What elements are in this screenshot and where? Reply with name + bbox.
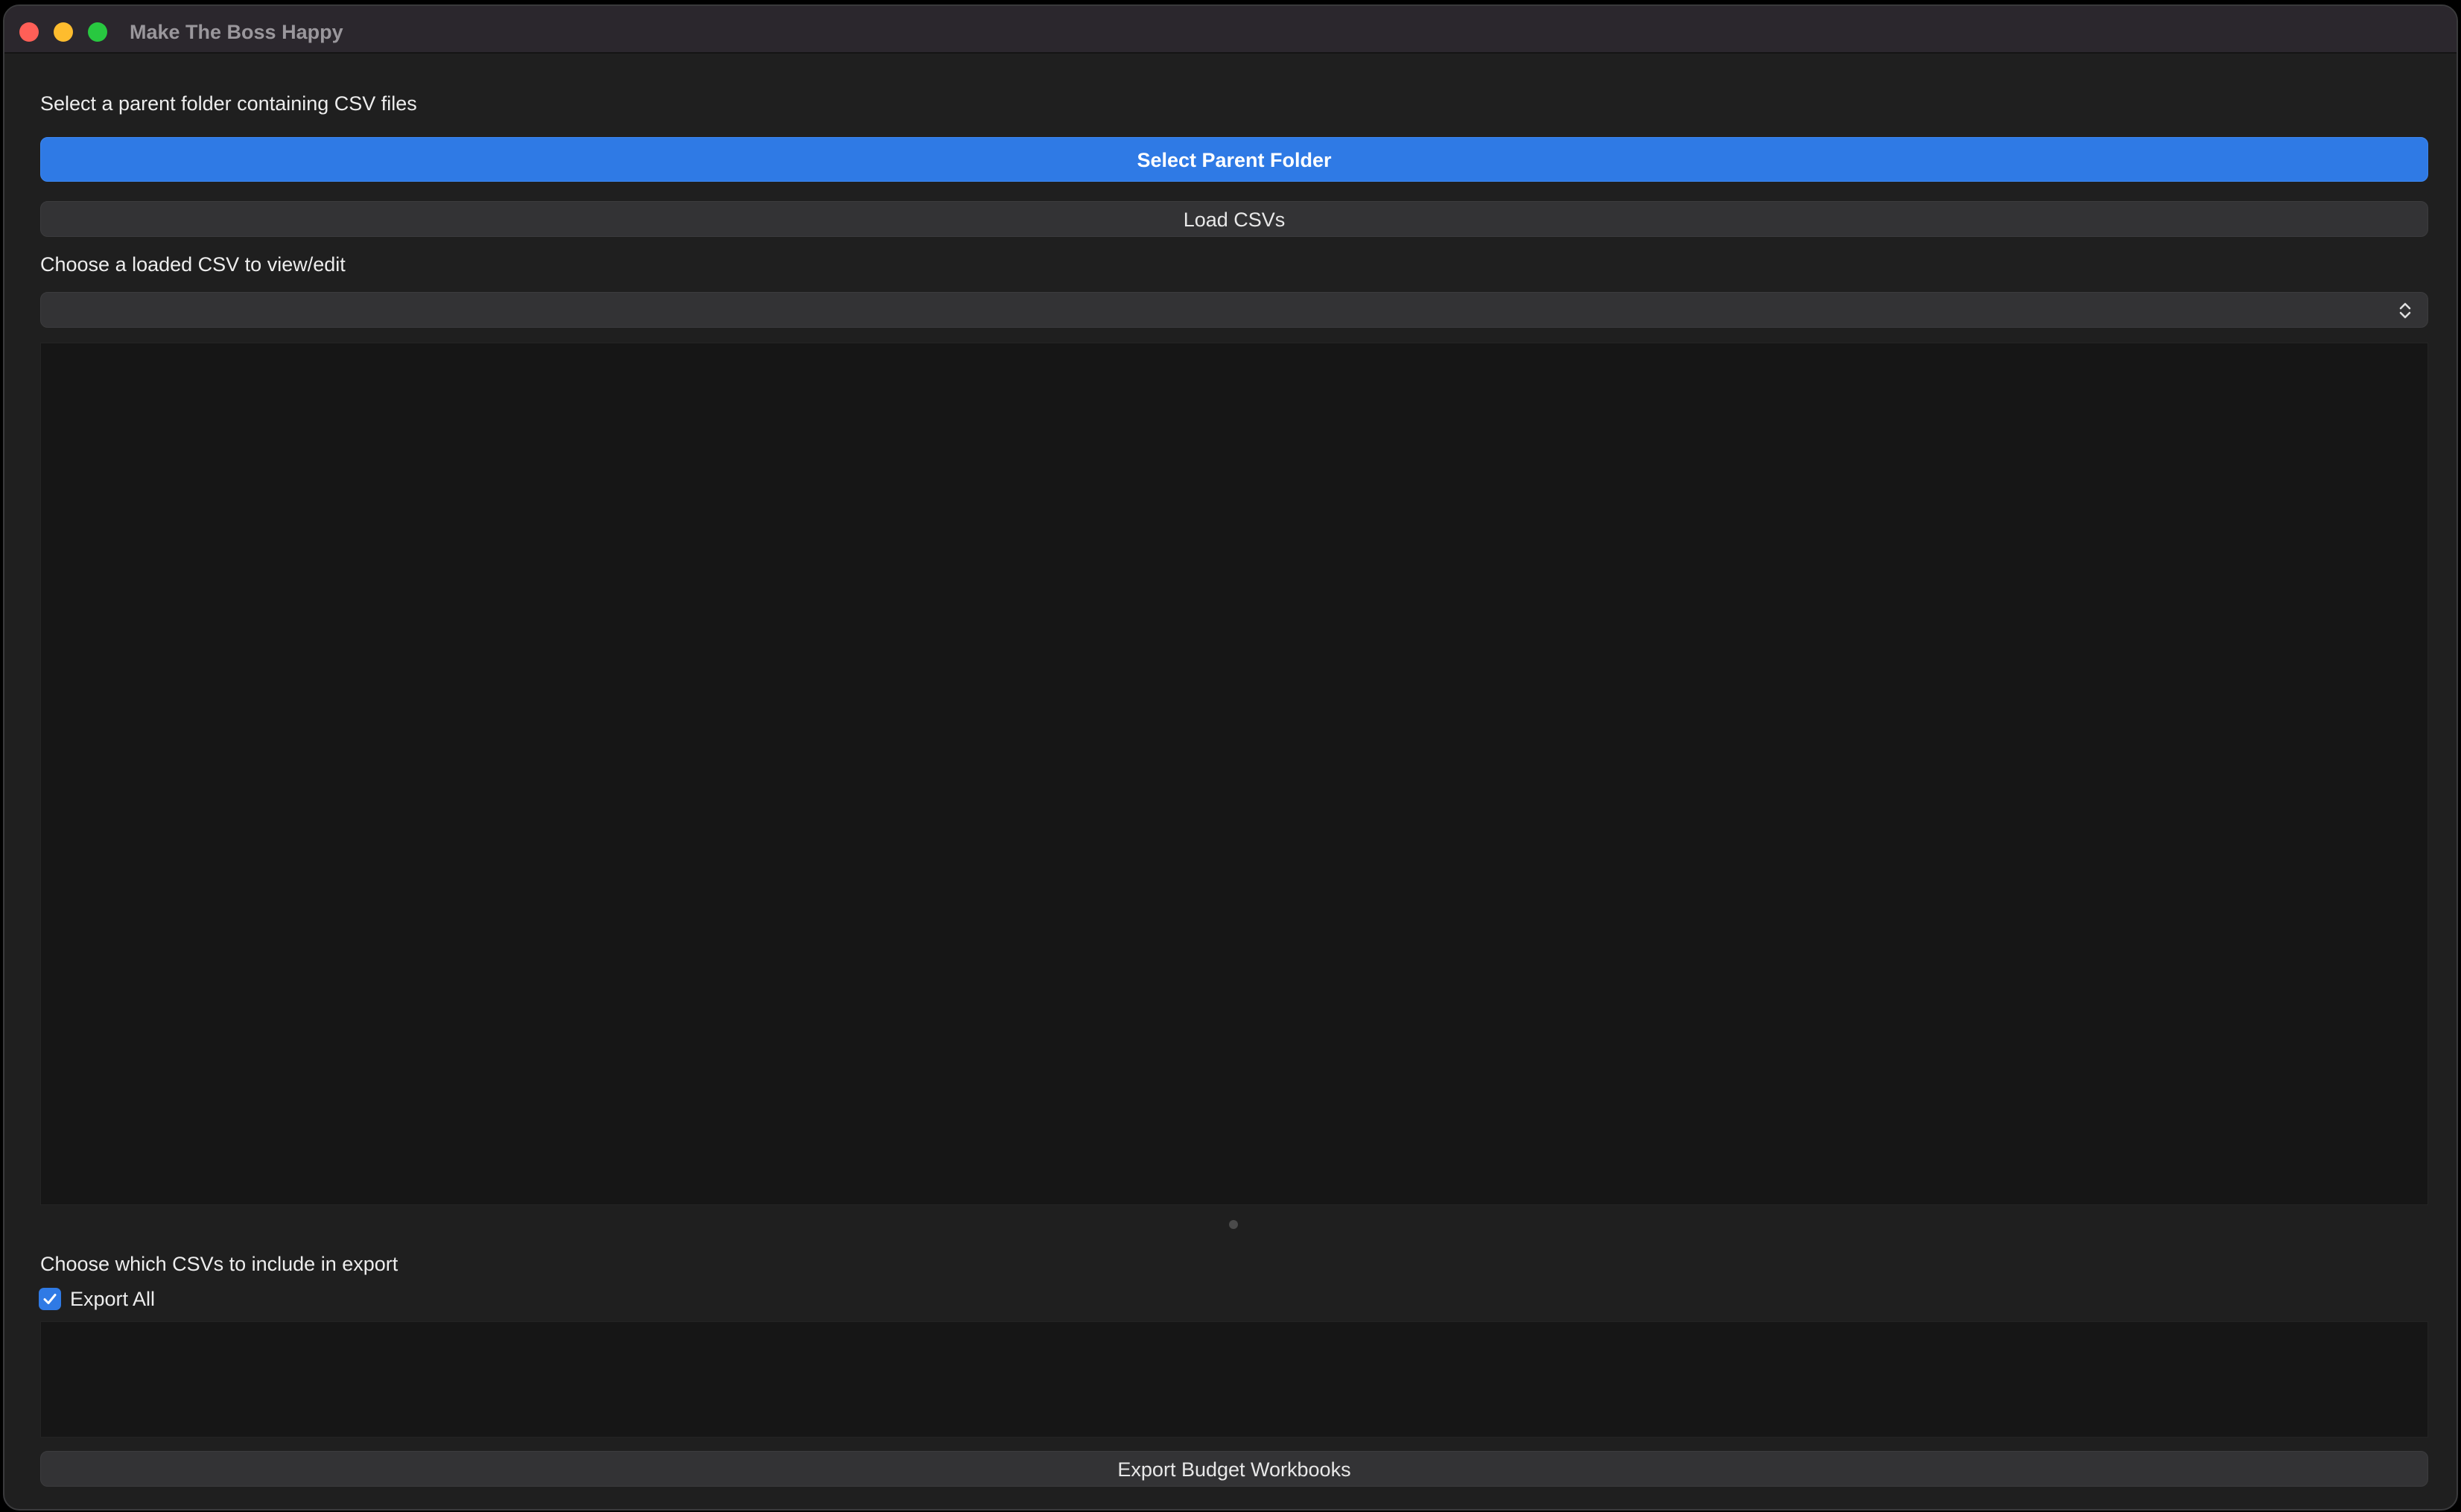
export-budget-workbooks-button[interactable]: Export Budget Workbooks (40, 1451, 2428, 1487)
main-content: Select a parent folder containing CSV fi… (4, 54, 2457, 1509)
title-bar[interactable]: Make The Boss Happy (4, 6, 2457, 54)
app-window: Make The Boss Happy Select a parent fold… (3, 4, 2458, 1511)
viewer-section-label: Choose a loaded CSV to view/edit (40, 253, 346, 276)
export-all-checkbox[interactable] (39, 1288, 61, 1310)
csv-table-view[interactable] (40, 343, 2428, 1205)
maximize-window-icon[interactable] (88, 22, 107, 42)
load-csvs-button[interactable]: Load CSVs (40, 201, 2428, 237)
minimize-window-icon[interactable] (54, 22, 73, 42)
splitter-handle[interactable] (1229, 1220, 1238, 1229)
export-csv-list[interactable] (40, 1321, 2428, 1438)
folder-section-label: Select a parent folder containing CSV fi… (40, 92, 417, 115)
close-window-icon[interactable] (19, 22, 39, 42)
select-parent-folder-button[interactable]: Select Parent Folder (40, 137, 2428, 182)
window-title: Make The Boss Happy (130, 21, 343, 43)
export-section-label: Choose which CSVs to include in export (40, 1253, 398, 1275)
checkmark-icon (43, 1294, 57, 1304)
csv-select-dropdown[interactable] (40, 292, 2428, 328)
chevron-up-down-icon (2396, 299, 2414, 322)
export-all-label: Export All (70, 1288, 156, 1310)
